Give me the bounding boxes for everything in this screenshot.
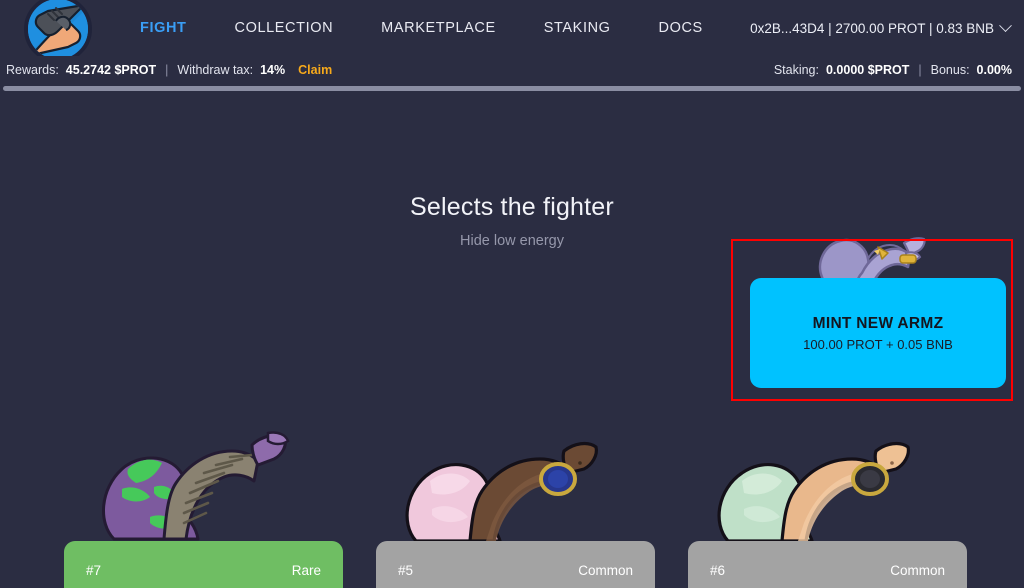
pink-brown-arm-icon (376, 433, 655, 545)
fighter-id: #7 (86, 563, 102, 578)
fighter-card-header: #5 Common (398, 563, 633, 578)
nav-item-collection[interactable]: COLLECTION (235, 20, 334, 36)
nav-item-marketplace[interactable]: MARKETPLACE (381, 20, 496, 36)
fighter-rarity: Common (890, 563, 945, 578)
top-navigation-bar: FIGHT COLLECTION MARKETPLACE STAKING DOC… (0, 0, 1024, 63)
mint-tan-arm-icon (688, 433, 967, 545)
staking-label: Staking: (773, 63, 819, 77)
fighter-rarity: Rare (291, 563, 321, 578)
fighter-card-header: #6 Common (710, 563, 945, 578)
withdraw-tax-label: Withdraw tax: (177, 63, 254, 77)
fighter-card-body: #5 Common ⚡⚡ 🔥🔥🔥 No energy (376, 541, 655, 588)
nav-links: FIGHT COLLECTION MARKETPLACE STAKING DOC… (140, 20, 703, 36)
nav-item-fight[interactable]: FIGHT (140, 20, 187, 36)
horizontal-scrollbar[interactable] (0, 84, 1024, 93)
fighter-card-body: #6 Common ⚡⚡ 🔥🔥🔥 No energy (688, 541, 967, 588)
withdraw-tax-value: 14% (260, 63, 286, 77)
arm-wrestling-logo-icon (24, 0, 92, 63)
purple-green-tattooed-arm-icon (64, 431, 343, 545)
rewards-value: 45.2742 $PROT (65, 63, 157, 77)
fighter-id: #5 (398, 563, 414, 578)
info-separator-2: | (918, 63, 922, 77)
main-content: Selects the fighter Hide low energy MINT… (0, 93, 1024, 588)
claim-button[interactable]: Claim (298, 63, 332, 77)
scrollbar-thumb[interactable] (3, 86, 1021, 91)
staking-value: 0.0000 $PROT (825, 63, 910, 77)
rewards-label: Rewards: (6, 63, 59, 77)
rewards-info-bar: Rewards: 45.2742 $PROT | Withdraw tax: 1… (0, 56, 1024, 84)
rewards-info-left: Rewards: 45.2742 $PROT | Withdraw tax: 1… (6, 63, 332, 77)
site-logo[interactable] (18, 0, 98, 63)
rewards-info-right: Staking: 0.0000 $PROT | Bonus: 0.00% (774, 63, 1012, 77)
mint-highlight-box (731, 239, 1013, 401)
info-separator-1: | (165, 63, 169, 77)
nav-item-staking[interactable]: STAKING (544, 20, 611, 36)
bonus-value: 0.00% (976, 63, 1012, 77)
fighter-rarity: Common (578, 563, 633, 578)
fighter-card-header: #7 Rare (86, 563, 321, 578)
fighter-id: #6 (710, 563, 726, 578)
fighter-card-body: #7 Rare ⚡⚡⚡ 🔥🔥🔥 No energy (64, 541, 343, 588)
wallet-summary-text: 0x2B...43D4 | 2700.00 PROT | 0.83 BNB (750, 20, 994, 36)
page-title: Selects the fighter (410, 193, 614, 221)
nav-item-docs[interactable]: DOCS (659, 20, 703, 36)
chevron-down-icon (999, 18, 1012, 32)
bonus-label: Bonus: (930, 63, 970, 77)
wallet-menu-button[interactable]: 0x2B...43D4 | 2700.00 PROT | 0.83 BNB (750, 18, 1012, 36)
